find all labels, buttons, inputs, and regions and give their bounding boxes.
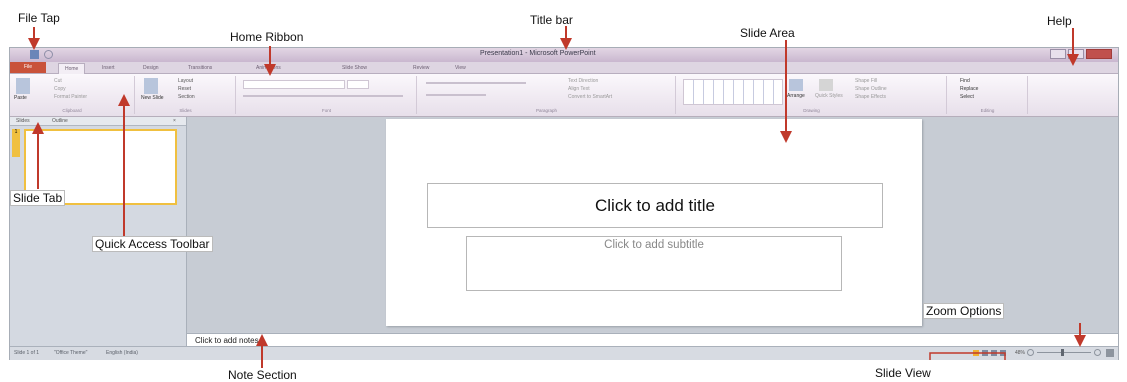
label-slide-tab: Slide Tab (10, 190, 66, 206)
font-size-field[interactable] (347, 80, 369, 89)
tab-animations[interactable]: Animations (256, 63, 281, 73)
replace-label[interactable]: Replace (960, 86, 978, 92)
convert-smartart-label[interactable]: Convert to SmartArt (568, 94, 612, 100)
slide-sorter-view-icon[interactable] (982, 350, 988, 356)
label-file-tab: File Tap (18, 11, 60, 25)
shape-effects-label[interactable]: Shape Effects (855, 94, 886, 100)
new-slide-icon[interactable] (144, 78, 158, 94)
notes-pane[interactable]: Click to add notes (187, 333, 1118, 347)
tab-slide-show[interactable]: Slide Show (342, 63, 367, 73)
font-group-label: Font (321, 108, 331, 113)
paragraph-group-label: Paragraph (535, 108, 557, 113)
zoom-out-icon[interactable] (1027, 349, 1034, 356)
text-direction-label[interactable]: Text Direction (568, 78, 598, 84)
title-bar: Presentation1 - Microsoft PowerPoint (10, 48, 1118, 62)
close-button[interactable] (1086, 49, 1112, 59)
layout-label[interactable]: Layout (178, 78, 193, 84)
slide-number: 1 (14, 129, 18, 135)
window-title: Presentation1 - Microsoft PowerPoint (480, 50, 596, 57)
subtitle-placeholder[interactable]: Click to add subtitle (466, 236, 842, 291)
quick-styles-label: Quick Styles (815, 93, 843, 99)
paste-icon[interactable] (16, 78, 30, 94)
shapes-gallery[interactable] (683, 79, 783, 105)
slide-editor: Click to add title Click to add subtitle (187, 117, 1118, 332)
title-placeholder[interactable]: Click to add title (427, 183, 883, 228)
reading-view-icon[interactable] (991, 350, 997, 356)
fit-to-window-icon[interactable] (1106, 349, 1114, 357)
tab-transitions[interactable]: Transitions (188, 63, 212, 73)
tab-design[interactable]: Design (143, 63, 159, 73)
minimize-button[interactable] (1050, 49, 1066, 59)
label-zoom-options: Zoom Options (923, 303, 1005, 319)
editing-group-label: Editing (980, 108, 995, 113)
slides-pane: Slides Outline × 1 (10, 117, 187, 346)
label-title-bar: Title bar (530, 13, 573, 27)
ribbon-tabs: File Home Insert Design Transitions Anim… (10, 62, 1118, 85)
slide-info: Slide 1 of 1 (14, 350, 40, 356)
zoom-slider[interactable] (1037, 352, 1091, 353)
clipboard-group-label: Clipboard (62, 108, 82, 113)
label-slide-view: Slide View (875, 366, 931, 380)
language: English (India) (106, 350, 138, 356)
drawing-group-label: Drawing (803, 108, 820, 113)
zoom-in-icon[interactable] (1094, 349, 1101, 356)
label-help: Help (1047, 14, 1072, 28)
zoom-level[interactable]: 48% (1015, 350, 1025, 356)
editing-group: Find Replace Select Editing (948, 76, 1028, 114)
status-bar: Slide 1 of 1 "Office Theme" English (Ind… (10, 346, 1118, 360)
arrange-icon[interactable] (789, 79, 803, 91)
font-format-buttons[interactable] (243, 95, 403, 97)
list-buttons[interactable] (426, 82, 526, 84)
align-text-label[interactable]: Align Text (568, 86, 590, 92)
clipboard-group: Paste Cut Copy Format Painter Clipboard (10, 76, 135, 114)
slides-group-label: Slides (179, 108, 192, 113)
find-label[interactable]: Find (960, 78, 970, 84)
font-name-field[interactable] (243, 80, 345, 89)
maximize-button[interactable] (1068, 49, 1084, 59)
theme-name: "Office Theme" (54, 350, 88, 356)
home-ribbon: Paste Cut Copy Format Painter Clipboard … (10, 74, 1118, 117)
tab-insert[interactable]: Insert (102, 63, 115, 73)
close-pane-icon[interactable]: × (173, 117, 176, 125)
tab-review[interactable]: Review (413, 63, 429, 73)
tab-home[interactable]: Home (58, 63, 86, 74)
tab-outline[interactable]: Outline (52, 117, 68, 125)
shape-fill-label[interactable]: Shape Fill (855, 78, 877, 84)
drawing-group: Arrange Quick Styles Shape Fill Shape Ou… (677, 76, 947, 114)
align-buttons[interactable] (426, 94, 486, 96)
tab-file[interactable]: File (10, 62, 46, 73)
pane-tabs: Slides Outline × (10, 117, 186, 126)
new-slide-label: New Slide (141, 95, 164, 101)
undo-icon[interactable] (44, 50, 53, 59)
slide-number-marker: 1 (12, 129, 20, 157)
font-group: Font (237, 76, 417, 114)
slides-group: New Slide Layout Reset Section Slides (136, 76, 236, 114)
paste-label: Paste (14, 95, 27, 101)
reset-label[interactable]: Reset (178, 86, 191, 92)
zoom-slider-thumb[interactable] (1061, 349, 1064, 356)
slide-show-view-icon[interactable] (1000, 350, 1006, 356)
notes-placeholder[interactable]: Click to add notes (195, 336, 259, 345)
format-painter-label[interactable]: Format Painter (54, 94, 87, 100)
normal-view-icon[interactable] (973, 350, 979, 356)
arrange-label: Arrange (787, 93, 805, 99)
select-label[interactable]: Select (960, 94, 974, 100)
section-label[interactable]: Section (178, 94, 195, 100)
save-icon[interactable] (30, 50, 39, 59)
copy-label[interactable]: Copy (54, 86, 66, 92)
label-home-ribbon: Home Ribbon (230, 30, 304, 44)
slide-canvas[interactable]: Click to add title Click to add subtitle (386, 119, 922, 326)
paragraph-group: Text Direction Align Text Convert to Sma… (418, 76, 676, 114)
cut-label[interactable]: Cut (54, 78, 62, 84)
shape-outline-label[interactable]: Shape Outline (855, 86, 887, 92)
label-slide-area: Slide Area (740, 26, 795, 40)
tab-slides[interactable]: Slides (16, 117, 30, 125)
tab-view[interactable]: View (455, 63, 466, 73)
label-quick-access-toolbar: Quick Access Toolbar (92, 236, 213, 252)
quick-styles-icon[interactable] (819, 79, 833, 91)
